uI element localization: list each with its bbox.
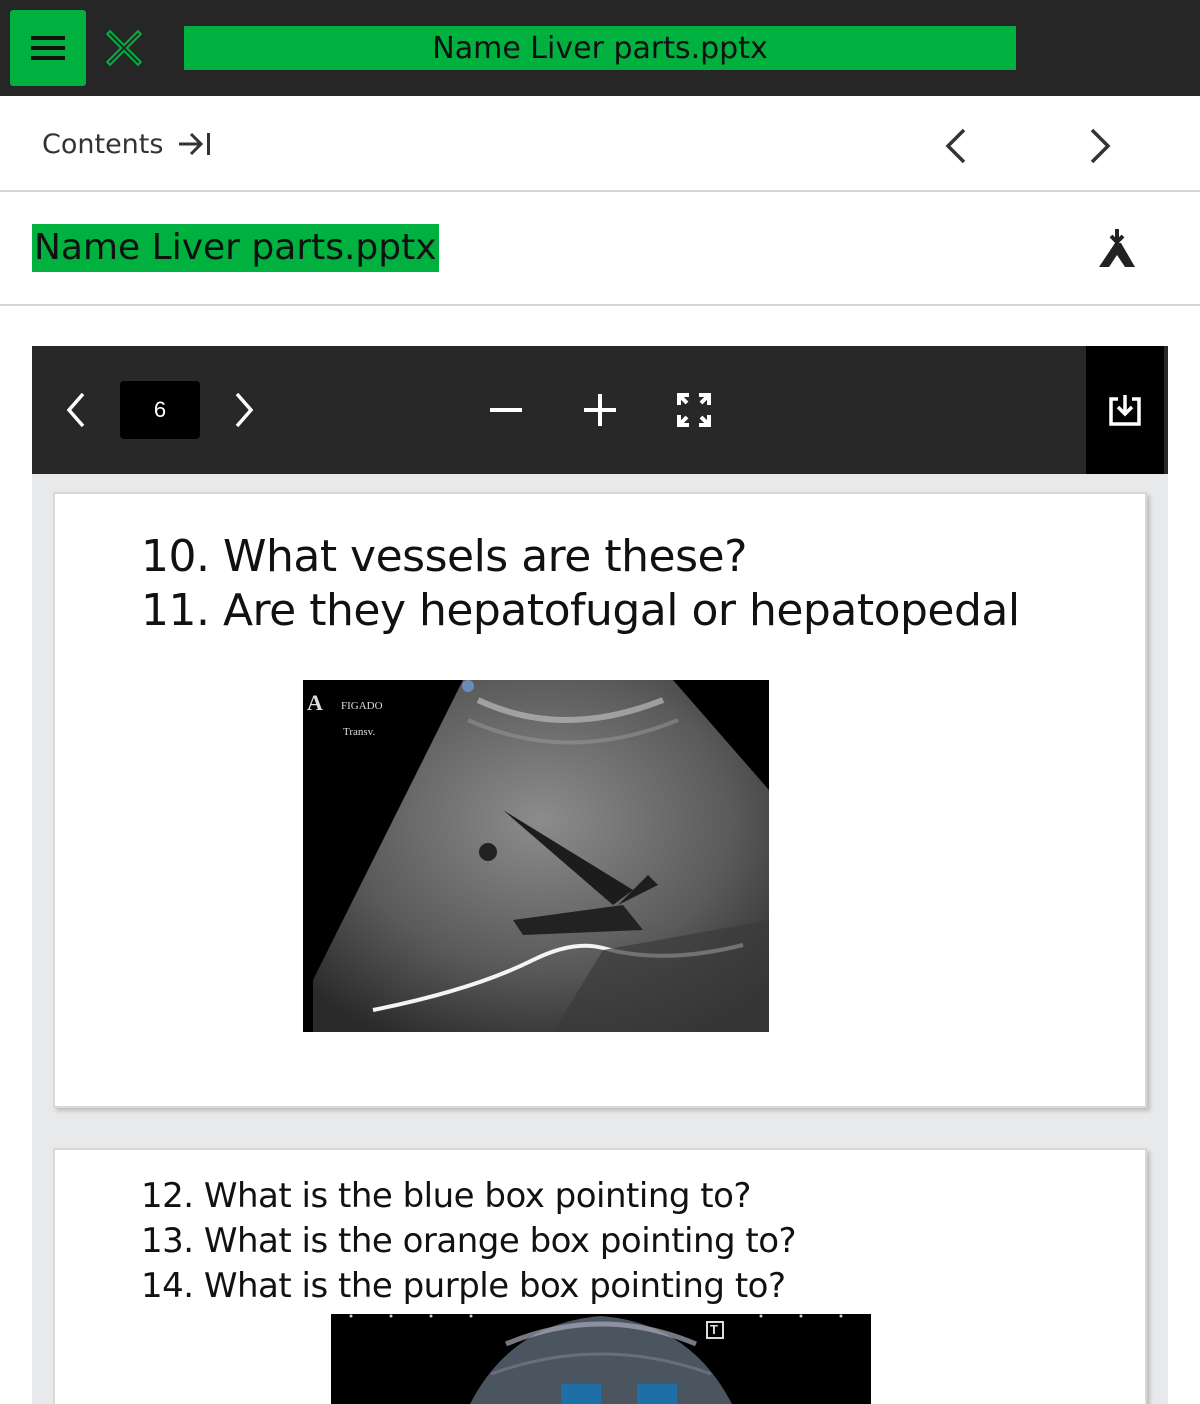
fullscreen-icon: [677, 393, 711, 427]
next-item-button[interactable]: [1074, 120, 1126, 172]
slide: 10. What vessels are these? 11. Are they…: [53, 492, 1147, 1108]
zoom-in-button[interactable]: [576, 386, 624, 434]
image-marker: A: [307, 690, 323, 715]
file-title: Name Liver parts.pptx: [32, 224, 439, 272]
fullscreen-button[interactable]: [670, 386, 718, 434]
accessibility-download-icon: [1099, 229, 1135, 267]
chevron-right-icon: [235, 392, 254, 428]
question-text: 12. What is the blue box pointing to?: [141, 1176, 751, 1216]
question-text: 11. Are they hepatofugal or hepatopedal: [141, 585, 1020, 636]
ultrasound-image: A FIGADO Transv.: [303, 680, 769, 1032]
image-marker: T: [710, 1322, 718, 1337]
slide: 12. What is the blue box pointing to? 13…: [53, 1148, 1147, 1404]
chevron-left-icon: [945, 128, 966, 164]
slide-questions: 12. What is the blue box pointing to? 13…: [141, 1174, 797, 1309]
liver-ultrasound-graphic: [331, 1314, 871, 1404]
page-number-input[interactable]: [120, 381, 200, 439]
plus-icon: [584, 394, 616, 426]
chevron-right-icon: [1090, 128, 1111, 164]
slide-questions: 10. What vessels are these? 11. Are they…: [141, 530, 1020, 638]
previous-item-button[interactable]: [930, 120, 982, 172]
ultrasound-image: T: [331, 1314, 871, 1404]
image-organ-label: FIGADO: [341, 700, 383, 712]
question-text: 14. What is the purple box pointing to?: [141, 1266, 786, 1306]
file-header: Name Liver parts.pptx: [0, 192, 1200, 306]
menu-button[interactable]: [10, 10, 86, 86]
arrow-to-end-icon: [179, 132, 211, 156]
next-page-button[interactable]: [222, 384, 266, 436]
question-text: 10. What vessels are these?: [141, 531, 747, 582]
minus-icon: [490, 408, 522, 412]
contents-label: Contents: [42, 128, 164, 160]
document-viewer: 10. What vessels are these? 11. Are they…: [32, 346, 1168, 1404]
image-view-label: Transv.: [343, 726, 376, 738]
previous-page-button[interactable]: [54, 384, 98, 436]
viewer-toolbar: [32, 346, 1168, 474]
download-button[interactable]: [1086, 346, 1164, 474]
download-icon: [1109, 395, 1141, 426]
contents-bar: Contents: [0, 96, 1200, 192]
hamburger-icon: [31, 36, 65, 60]
alternative-formats-button[interactable]: [1090, 222, 1144, 276]
chevron-left-icon: [66, 392, 85, 428]
close-button[interactable]: [100, 24, 148, 72]
top-bar: Name Liver parts.pptx: [0, 0, 1200, 96]
zoom-out-button[interactable]: [482, 386, 530, 434]
contents-button[interactable]: Contents: [42, 124, 213, 164]
question-text: 13. What is the orange box pointing to?: [141, 1221, 797, 1261]
close-x-icon: [106, 30, 142, 66]
window-title: Name Liver parts.pptx: [184, 26, 1016, 70]
